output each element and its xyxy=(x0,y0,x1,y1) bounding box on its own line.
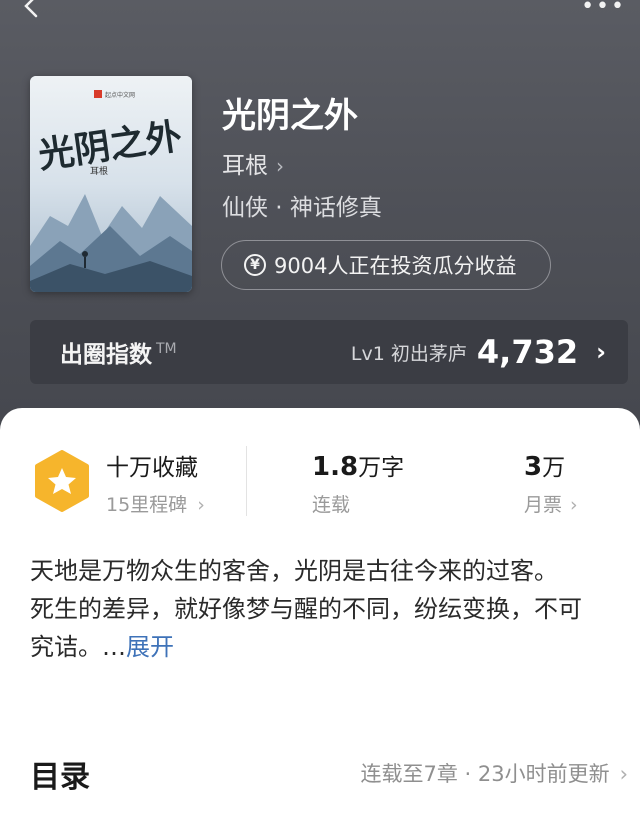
stats-row: 十万收藏 15里程碑 › 1.8万字 连载 3万 月票 › xyxy=(0,440,640,530)
book-genre: 仙侠 · 神话修真 xyxy=(222,195,382,221)
index-name: 出圈指数 TM xyxy=(60,341,177,368)
monthly-ticket-link[interactable]: 月票 › xyxy=(524,490,578,517)
milestone-link[interactable]: 15里程碑 › xyxy=(106,490,205,517)
synopsis-line: 天地是万物众生的客舍，光阴是古往今来的过客。 xyxy=(30,557,558,585)
more-icon[interactable]: ••• xyxy=(581,0,626,19)
star-badge-icon xyxy=(35,450,89,512)
popularity-index-bar[interactable]: 出圈指数 TM Lv1 初出茅庐 4,732 › xyxy=(30,320,628,384)
monthly-ticket-count: 3万 xyxy=(524,452,566,482)
expand-link[interactable]: 展开 xyxy=(126,633,174,661)
yen-icon: ¥ xyxy=(244,254,266,276)
cover-author: 耳根 xyxy=(90,165,108,177)
author-name: 耳根 xyxy=(222,153,268,179)
chevron-right-icon: › xyxy=(596,338,606,366)
serial-status: 连载 xyxy=(312,494,351,516)
divider xyxy=(246,446,247,516)
chevron-right-icon: › xyxy=(197,494,205,516)
synopsis-line: 死生的差异，就好像梦与醒的不同，纷纭变换，不可究诘。…展开 xyxy=(30,595,582,661)
chevron-right-icon: › xyxy=(570,494,578,516)
toc-row[interactable]: 目录 连载至7章 · 23小时前更新 › xyxy=(30,752,628,795)
invest-button[interactable]: ¥ 9004人正在投资瓜分收益 xyxy=(221,240,551,290)
index-value: 4,732 xyxy=(476,333,579,371)
publisher-logo: 起点中文网 xyxy=(105,91,135,99)
toc-title: 目录 xyxy=(30,760,90,795)
synopsis: 天地是万物众生的客舍，光阴是古往今来的过客。 死生的差异，就好像梦与醒的不同，纷… xyxy=(30,552,600,666)
book-title: 光阴之外 xyxy=(222,96,358,136)
chevron-right-icon: › xyxy=(276,154,284,178)
toc-status: 连载至7章 · 23小时前更新 › xyxy=(360,762,628,786)
author-link[interactable]: 耳根 › xyxy=(222,146,284,180)
book-cover[interactable]: 起点中文网 光阴之外 耳根 xyxy=(30,76,192,292)
book-header: ••• 起点中文网 光阴之外 耳根 光阴之外 耳根 › 仙侠 · 神话修真 ¥ … xyxy=(0,0,640,440)
chevron-right-icon: › xyxy=(619,762,628,786)
trademark-mark: TM xyxy=(156,341,177,358)
back-arrow-icon[interactable] xyxy=(20,0,44,18)
word-count: 1.8万字 xyxy=(312,452,405,482)
invest-label: 9004人正在投资瓜分收益 xyxy=(274,254,517,278)
collection-title: 十万收藏 xyxy=(106,455,198,481)
index-level: Lv1 初出茅庐 xyxy=(350,342,467,365)
